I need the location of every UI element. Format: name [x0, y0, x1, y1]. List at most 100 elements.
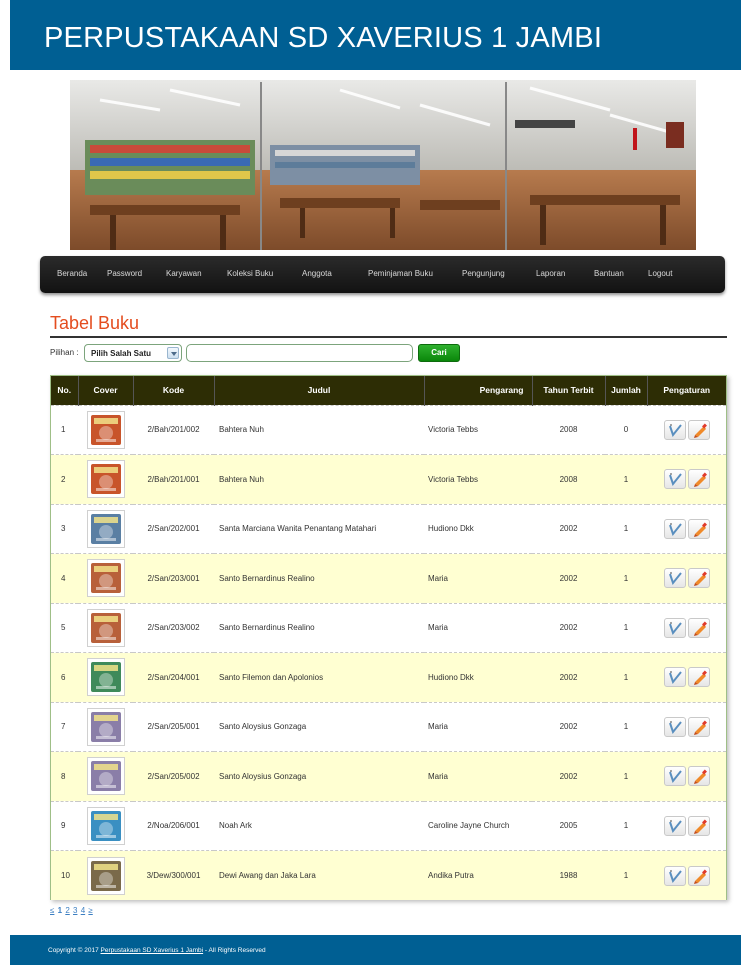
cell-jumlah: 1 [605, 652, 647, 702]
edit-button[interactable] [663, 716, 686, 737]
cell-jumlah: 1 [605, 751, 647, 801]
page-title: Tabel Buku [50, 313, 140, 333]
cell-cover [78, 751, 133, 801]
edit-button[interactable] [663, 815, 686, 836]
nav-item-laporan[interactable]: Laporan [536, 269, 565, 278]
cell-no: 5 [51, 602, 78, 653]
cell-kode: 2/San/203/001 [133, 553, 214, 603]
delete-button[interactable] [687, 766, 710, 787]
chevron-down-icon[interactable] [167, 347, 179, 359]
cell-judul: Bahtera Nuh [214, 404, 424, 455]
cell-jumlah: 1 [605, 454, 647, 504]
edit-button[interactable] [663, 419, 686, 440]
edit-button[interactable] [663, 469, 686, 490]
delete-icon [693, 869, 707, 884]
cell-cover [78, 652, 133, 702]
cell-judul: Santo Bernardinus Realino [214, 602, 424, 653]
nav-item-logout[interactable]: Logout [648, 269, 672, 278]
nav-item-bantuan[interactable]: Bantuan [594, 269, 624, 278]
delete-icon [693, 670, 707, 686]
edit-icon [668, 770, 682, 784]
nav-item-karyawan[interactable]: Karyawan [166, 269, 202, 278]
pager-page-2[interactable]: 2 [65, 906, 69, 915]
edit-button[interactable] [663, 617, 686, 638]
cell-pengaturan [647, 602, 726, 653]
book-table-container: No. Cover Kode Judul Pengarang Tahun Ter… [50, 375, 727, 900]
delete-button[interactable] [687, 617, 710, 638]
nav-item-beranda[interactable]: Beranda [57, 269, 87, 278]
edit-button[interactable] [663, 518, 686, 539]
cell-pengarang: Maria [424, 602, 532, 653]
cell-jumlah: 1 [605, 553, 647, 603]
cell-no: 7 [51, 701, 78, 752]
nav-item-password[interactable]: Password [107, 269, 142, 278]
cell-pengaturan [647, 404, 726, 455]
nav-item-peminjaman-buku[interactable]: Peminjaman Buku [368, 269, 433, 278]
table-row: 8 2/San/205/002 Santo Aloysius Gonzaga Mari… [51, 751, 726, 801]
nav-item-pengunjung[interactable]: Pengunjung [462, 269, 505, 278]
edit-icon [668, 473, 682, 487]
edit-icon [668, 424, 682, 437]
book-cover [86, 410, 125, 449]
table-row: 6 2/San/204/001 Santo Filemon dan Apolonio… [51, 652, 726, 702]
nav-item-anggota[interactable]: Anggota [302, 269, 332, 278]
table-body: 1 2/Bah/201/002 Bahtera Nuh Victoria Tebbs 2… [51, 404, 726, 900]
col-header-tahun-terbit: Tahun Terbit [532, 376, 606, 405]
cell-judul: Dewi Awang dan Jaka Lara [214, 850, 424, 900]
cell-judul: Santo Aloysius Gonzaga [214, 751, 424, 801]
col-header-no: No. [51, 376, 79, 405]
delete-button[interactable] [687, 716, 710, 737]
col-header-judul: Judul [214, 376, 425, 405]
cell-judul: Santo Filemon dan Apolonios [214, 652, 424, 702]
pager-next[interactable]: ≥ [88, 906, 92, 915]
delete-button[interactable] [687, 568, 710, 589]
edit-button[interactable] [663, 667, 686, 688]
search-input[interactable] [186, 344, 413, 362]
cell-tahun-terbit: 2008 [532, 454, 605, 504]
delete-icon [693, 423, 707, 438]
table-header-row: No. Cover Kode Judul Pengarang Tahun Ter… [51, 376, 726, 405]
cell-no: 8 [51, 751, 78, 801]
table-row: 3 2/San/202/001 Santa Marciana Wanita Pena… [51, 503, 726, 554]
book-cover-image [90, 513, 121, 544]
pager-prev[interactable]: ≤ [50, 906, 54, 915]
delete-icon [693, 720, 707, 735]
book-cover-image [90, 711, 121, 742]
delete-button[interactable] [687, 518, 710, 539]
edit-button[interactable] [663, 766, 686, 787]
footer-text: Copyright © 2017 Perpustakaan SD Xaveriu… [48, 947, 266, 954]
cell-tahun-terbit: 2008 [532, 404, 605, 455]
delete-button[interactable] [687, 419, 710, 440]
col-header-pengaturan: Pengaturan [647, 376, 726, 405]
delete-button[interactable] [687, 815, 710, 836]
delete-button[interactable] [687, 667, 710, 688]
edit-button[interactable] [663, 865, 686, 886]
book-cover [86, 658, 125, 697]
pager-page-4[interactable]: 4 [81, 906, 85, 915]
delete-button[interactable] [687, 469, 710, 490]
cell-cover [78, 701, 133, 752]
table-row: 4 2/San/203/001 Santo Bernardinus Realino M… [51, 553, 726, 603]
search-button[interactable]: Cari [418, 344, 460, 362]
cell-judul: Santo Aloysius Gonzaga [214, 701, 424, 752]
edit-button[interactable] [663, 568, 686, 589]
site-footer: Copyright © 2017 Perpustakaan SD Xaveriu… [10, 935, 741, 965]
book-cover-image [90, 860, 121, 891]
table-row: 1 2/Bah/201/002 Bahtera Nuh Victoria Tebbs 2… [51, 404, 726, 455]
filter-select[interactable]: Pilih Salah Satu [84, 344, 182, 362]
cell-pengaturan [647, 652, 726, 702]
book-cover-image [90, 563, 121, 594]
edit-icon [668, 869, 682, 883]
book-cover [86, 757, 125, 796]
title-divider [50, 336, 727, 338]
nav-item-koleksi-buku[interactable]: Koleksi Buku [227, 269, 273, 278]
book-cover [86, 707, 125, 746]
book-cover [86, 856, 125, 895]
book-cover [86, 608, 125, 647]
delete-button[interactable] [687, 865, 710, 886]
col-header-jumlah: Jumlah [605, 376, 648, 405]
cell-pengarang: Victoria Tebbs [424, 454, 532, 504]
footer-link[interactable]: Perpustakaan SD Xaverius 1 Jambi [101, 947, 204, 954]
pager-page-3[interactable]: 3 [73, 906, 77, 915]
cell-no: 9 [51, 800, 78, 851]
